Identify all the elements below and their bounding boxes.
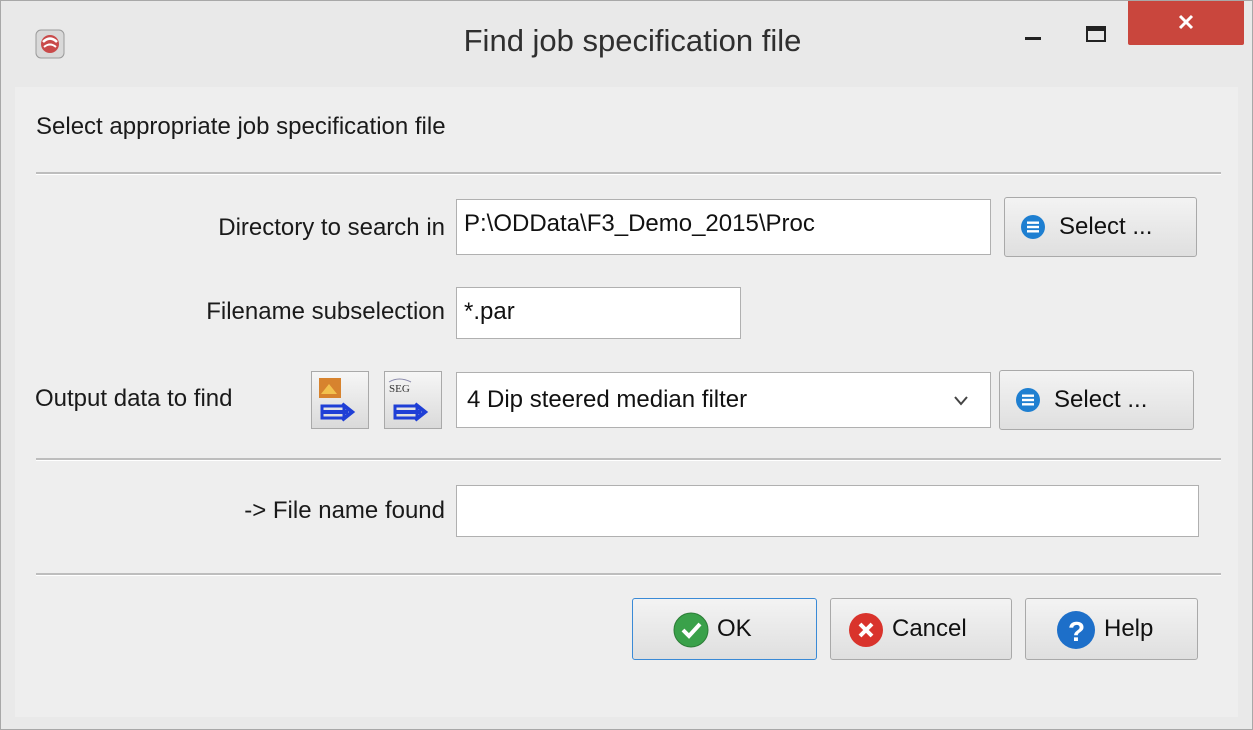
cancel-button[interactable]: Cancel [830,598,1012,660]
window-title: Find job specification file [463,23,802,58]
chevron-down-icon [954,396,968,406]
separator [36,172,1221,175]
seg-output-icon: SEG [388,378,429,422]
output-image-icon [319,378,356,422]
close-button[interactable] [1128,1,1244,45]
title-bar[interactable]: Find job specification file [1,1,1252,87]
filename-label: Filename subselection [206,298,445,325]
file-found-field[interactable] [456,485,1199,537]
help-icon: ? [1057,611,1095,649]
ok-button[interactable]: OK [632,598,817,660]
cancel-label: Cancel [892,615,967,642]
output-image-button[interactable] [311,371,369,429]
directory-label: Directory to search in [218,214,445,241]
separator [36,458,1221,461]
svg-text:SEG: SEG [389,383,410,395]
seg-output-button[interactable]: SEG [384,371,442,429]
ok-label: OK [717,615,752,642]
list-icon [1016,388,1040,412]
output-label: Output data to find [35,385,233,412]
svg-text:?: ? [1068,616,1085,647]
directory-select-label: Select ... [1059,213,1153,240]
help-label: Help [1104,615,1154,642]
directory-select-button[interactable]: Select ... [1004,197,1197,257]
help-button[interactable]: ? Help [1025,598,1198,660]
separator [36,573,1221,576]
output-select-label: Select ... [1054,386,1148,413]
cancel-icon [849,613,883,647]
file-found-label: -> File name found [244,497,445,524]
minimize-icon [1025,37,1041,40]
filename-input[interactable]: *.par [456,287,741,339]
close-icon [1178,14,1194,30]
maximize-button[interactable] [1071,1,1119,45]
directory-input[interactable]: P:\ODData\F3_Demo_2015\Proc [456,199,991,255]
check-icon [673,612,709,648]
dialog-body: Select appropriate job specification fil… [15,87,1238,717]
list-icon [1021,215,1045,239]
output-select-button[interactable]: Select ... [999,370,1194,430]
minimize-button[interactable] [1013,1,1053,45]
maximize-icon [1086,26,1106,42]
dialog-instruction: Select appropriate job specification fil… [36,113,446,140]
dialog-window: Find job specification file Select appro… [0,0,1253,730]
output-data-selected: 4 Dip steered median filter [467,386,748,413]
output-data-dropdown[interactable]: 4 Dip steered median filter [456,372,991,428]
